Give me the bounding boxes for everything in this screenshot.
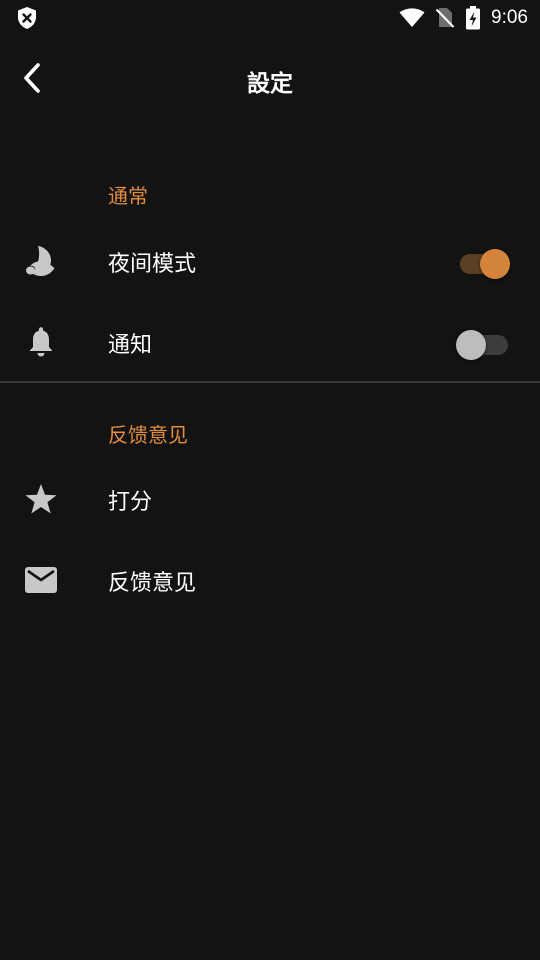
setting-row-rate[interactable]: 打分 — [0, 458, 540, 538]
app-bar: 設定 — [0, 36, 540, 126]
clock: 9:06 — [491, 7, 528, 28]
section-header-feedback: 反馈意见 — [108, 423, 188, 447]
bell-icon — [24, 325, 58, 359]
mail-icon — [24, 563, 58, 597]
page-title: 設定 — [247, 71, 293, 97]
rate-label: 打分 — [108, 490, 153, 515]
moon-icon — [24, 244, 58, 278]
section-header-general: 通常 — [108, 184, 148, 208]
night-mode-toggle[interactable] — [456, 244, 512, 279]
feedback-label: 反馈意见 — [108, 571, 197, 596]
wifi-icon — [399, 8, 425, 28]
toggle-thumb — [480, 249, 510, 279]
status-icons: 9:06 — [389, 4, 528, 32]
battery-charging-icon — [465, 6, 481, 30]
status-bar: 9:06 — [0, 0, 540, 36]
notifications-label: 通知 — [108, 333, 153, 358]
section-divider — [0, 381, 540, 383]
shield-x-icon — [16, 6, 38, 30]
night-mode-label: 夜间模式 — [108, 252, 197, 277]
no-sim-icon — [435, 7, 455, 29]
toggle-thumb — [456, 330, 486, 360]
notifications-toggle[interactable] — [456, 325, 512, 360]
setting-row-night-mode[interactable]: 夜间模式 — [0, 220, 540, 300]
setting-row-feedback[interactable]: 反馈意见 — [0, 539, 540, 619]
star-icon — [24, 482, 58, 516]
setting-row-notifications[interactable]: 通知 — [0, 301, 540, 381]
